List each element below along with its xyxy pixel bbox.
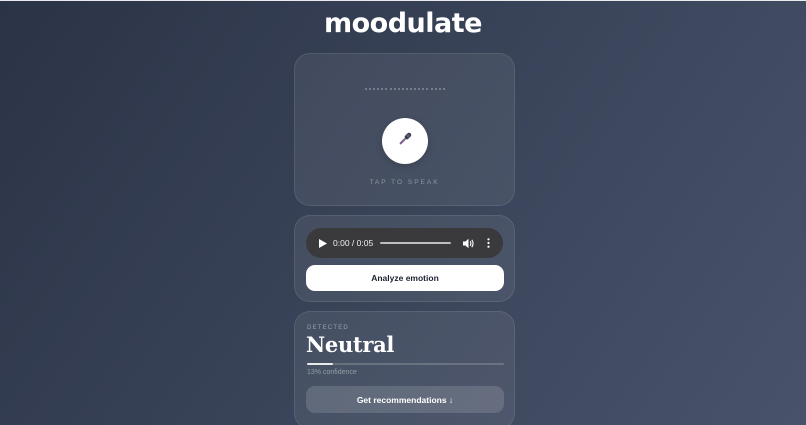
waveform-dot	[422, 88, 425, 90]
detected-label: DETECTED	[307, 325, 349, 331]
waveform-dot	[397, 88, 400, 90]
record-card: TAP TO SPEAK	[294, 53, 515, 206]
waveform-dot	[430, 88, 433, 90]
waveform-dot	[377, 88, 380, 90]
app-logo: moodulate	[324, 8, 482, 39]
audio-player[interactable]: 0:00 / 0:05	[306, 228, 503, 258]
waveform-dot	[373, 88, 376, 90]
waveform-dot	[381, 88, 384, 90]
waveform-dot	[442, 88, 445, 90]
audio-time: 0:00 / 0:05	[333, 238, 374, 248]
detected-emotion: Neutral	[306, 332, 395, 357]
waveform-dot	[401, 88, 404, 90]
analyze-emotion-button[interactable]: Analyze emotion	[306, 265, 504, 291]
waveform-dot	[365, 88, 367, 90]
tap-to-speak-label: TAP TO SPEAK	[369, 179, 440, 186]
waveform-dot	[410, 88, 413, 90]
waveform-dot	[434, 88, 437, 90]
waveform-dot	[414, 88, 417, 90]
play-icon[interactable]	[316, 236, 330, 250]
waveform-dot	[405, 88, 408, 90]
waveform-placeholder	[365, 88, 445, 90]
player-card: 0:00 / 0:05 Analyze emotion	[294, 215, 515, 302]
confidence-bar	[307, 363, 504, 365]
waveform-dot	[418, 88, 421, 90]
waveform-dot	[438, 88, 441, 90]
mic-button[interactable]	[382, 118, 428, 164]
result-card: DETECTED Neutral 13% confidence Get reco…	[294, 311, 515, 425]
microphone-icon	[396, 130, 414, 153]
get-recommendations-button[interactable]: Get recommendations ↓	[306, 386, 504, 413]
waveform-dot	[369, 88, 372, 90]
waveform-dot	[393, 88, 396, 90]
volume-icon[interactable]	[462, 236, 476, 250]
waveform-dot	[385, 88, 388, 90]
waveform-dot	[426, 88, 429, 90]
waveform-dot	[389, 88, 392, 90]
top-border	[0, 0, 806, 1]
confidence-bar-fill	[307, 363, 333, 365]
confidence-text: 13% confidence	[307, 369, 357, 376]
audio-seek-bar[interactable]	[380, 242, 451, 244]
more-vertical-icon[interactable]	[483, 236, 493, 250]
